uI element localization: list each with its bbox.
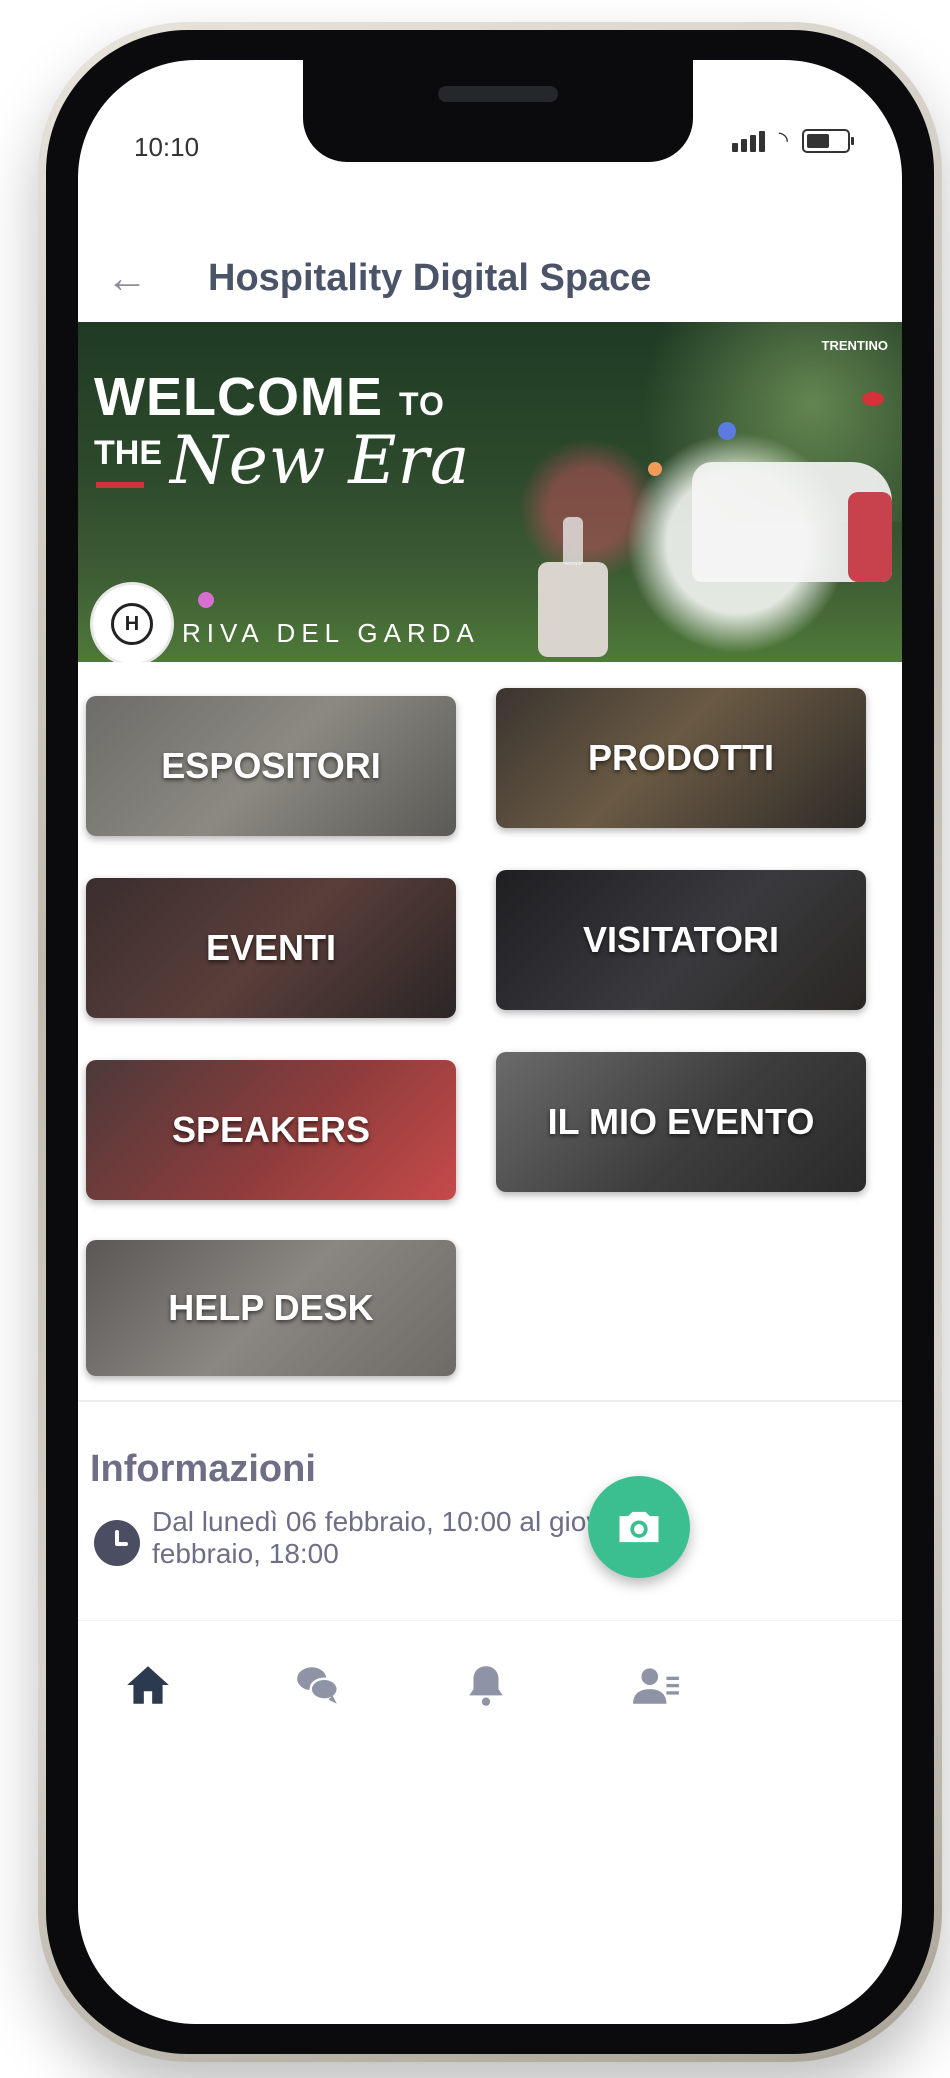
home-icon [127, 1666, 169, 1704]
signal-icon [731, 130, 765, 152]
nav-chat[interactable] [288, 1655, 348, 1715]
nav-notifications[interactable] [456, 1655, 516, 1715]
tile-label: EVENTI [205, 927, 337, 968]
tile-eventi[interactable]: EVENTI [86, 878, 456, 1018]
tile-label: IL MIO EVENTO [547, 1101, 815, 1142]
banner-brand-tag: TRENTINO [821, 338, 888, 353]
tile-label: VISITATORI [582, 919, 779, 960]
banner-accent-bar [96, 482, 144, 488]
bottom-navigation [78, 1620, 902, 1761]
info-section-title: Informazioni [90, 1448, 316, 1490]
clock-icon [94, 1520, 140, 1566]
nav-profile[interactable] [626, 1655, 686, 1715]
phone-frame: 10:10 ◝ ← Hospitality Digital Space WELC… [38, 22, 942, 2062]
bell-icon [469, 1666, 503, 1706]
tile-visitatori[interactable]: VISITATORI [496, 870, 866, 1010]
tile-il-mio-evento[interactable]: IL MIO EVENTO [496, 1052, 866, 1192]
battery-icon [802, 128, 854, 153]
phone-bezel: 10:10 ◝ ← Hospitality Digital Space WELC… [46, 30, 934, 2054]
camera-icon [619, 1511, 659, 1543]
hospitality-logo: H [90, 582, 174, 662]
banner-stool-decoration [538, 562, 608, 657]
banner-location: RIVA DEL GARDA [182, 618, 480, 648]
chat-icon [297, 1667, 340, 1704]
earpiece-speaker [438, 86, 558, 102]
event-banner: WELCOME TO THE New Era TRENTINO H RIVA D… [78, 322, 902, 662]
tile-label: HELP DESK [168, 1287, 374, 1328]
app-screen: 10:10 ◝ ← Hospitality Digital Space WELC… [78, 60, 902, 2024]
banner-new-era-text: New Era [170, 422, 471, 499]
page-title: Hospitality Digital Space [208, 257, 652, 299]
tile-label: PRODOTTI [588, 737, 774, 778]
tile-label: SPEAKERS [171, 1109, 371, 1150]
status-time: 10:10 [134, 132, 200, 162]
app-header: ← Hospitality Digital Space [78, 235, 902, 325]
tile-prodotti[interactable]: PRODOTTI [496, 688, 866, 828]
profile-list-icon [633, 1668, 679, 1704]
nav-home[interactable] [118, 1655, 178, 1715]
banner-the-text: THE [94, 434, 162, 472]
tile-speakers[interactable]: SPEAKERS [86, 1060, 456, 1200]
wifi-icon: ◝ [778, 127, 788, 154]
camera-fab-button[interactable] [588, 1476, 690, 1578]
notch [303, 60, 693, 162]
tile-label: ESPOSITORI [161, 745, 381, 786]
arrow-left-icon[interactable]: ← [106, 257, 148, 299]
banner-welcome-text: WELCOME TO [94, 367, 445, 427]
tile-espositori[interactable]: ESPOSITORI [86, 696, 456, 836]
section-divider [78, 1400, 902, 1402]
status-icons: ◝ [731, 126, 854, 155]
tile-help-desk[interactable]: HELP DESK [86, 1240, 456, 1376]
